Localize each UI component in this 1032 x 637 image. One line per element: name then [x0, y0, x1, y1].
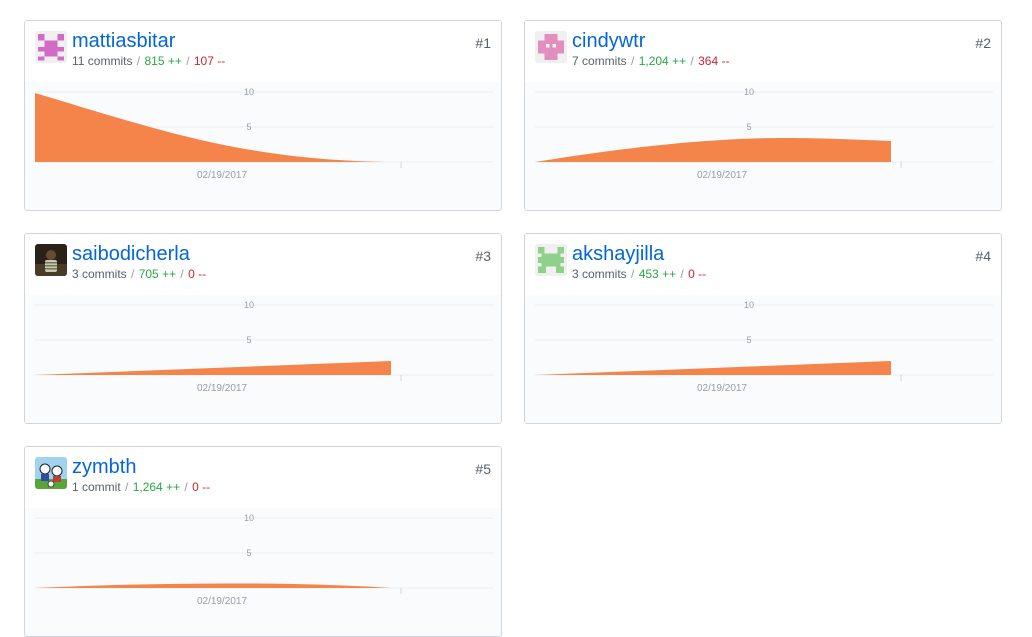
username-link[interactable]: cindywtr — [572, 30, 645, 52]
card-header: cindywtr 7 commits / 1,204 ++ / 364 -- #… — [525, 21, 1001, 83]
username-link[interactable]: zymbth — [72, 456, 136, 478]
card-header: mattiasbitar 11 commits / 815 ++ / 107 -… — [25, 21, 501, 83]
commit-activity-chart: 10 5 02/19/2017 — [25, 295, 501, 423]
rank-label: #5 — [475, 461, 491, 477]
commit-count-link[interactable]: 3 commits — [72, 267, 127, 281]
contribution-stats: 1 commit / 1,264 ++ / 0 -- — [72, 480, 211, 494]
x-axis-date: 02/19/2017 — [197, 383, 247, 394]
y-tick-5: 5 — [246, 335, 251, 345]
deletions-count: 0 -- — [688, 267, 707, 281]
commit-count-link[interactable]: 1 commit — [72, 480, 121, 494]
username-link[interactable]: mattiasbitar — [72, 30, 175, 52]
rank-label: #1 — [475, 35, 491, 51]
activity-area — [535, 361, 891, 375]
y-tick-5: 5 — [746, 122, 751, 132]
contribution-stats: 11 commits / 815 ++ / 107 -- — [72, 54, 226, 68]
card-header: saibodicherla 3 commits / 705 ++ / 0 -- … — [25, 234, 501, 296]
additions-count: 453 ++ — [638, 267, 677, 281]
activity-area — [35, 583, 391, 588]
avatar[interactable] — [35, 457, 67, 489]
commit-count-link[interactable]: 11 commits — [72, 54, 132, 68]
username-link[interactable]: akshayjilla — [572, 243, 664, 265]
card-header: akshayjilla 3 commits / 453 ++ / 0 -- #4 — [525, 234, 1001, 296]
additions-count: 1,264 ++ — [132, 480, 181, 494]
contribution-stats: 3 commits / 453 ++ / 0 -- — [572, 267, 707, 281]
avatar[interactable] — [535, 244, 567, 276]
rank-label: #3 — [475, 248, 491, 264]
commit-count-link[interactable]: 3 commits — [572, 267, 627, 281]
contributor-card: saibodicherla 3 commits / 705 ++ / 0 -- … — [24, 233, 502, 424]
commit-activity-chart: 10 5 02/19/2017 — [25, 82, 501, 210]
avatar[interactable] — [35, 31, 67, 63]
y-tick-5: 5 — [746, 335, 751, 345]
y-tick-5: 5 — [246, 548, 251, 558]
contribution-stats: 7 commits / 1,204 ++ / 364 -- — [572, 54, 730, 68]
deletions-count: 0 -- — [188, 267, 207, 281]
commit-activity-chart: 10 5 02/19/2017 — [25, 508, 501, 636]
contributor-card: cindywtr 7 commits / 1,204 ++ / 364 -- #… — [524, 20, 1002, 211]
additions-count: 705 ++ — [138, 267, 177, 281]
rank-label: #2 — [975, 35, 991, 51]
avatar[interactable] — [35, 244, 67, 276]
activity-area — [35, 361, 391, 375]
x-axis-date: 02/19/2017 — [197, 170, 247, 181]
x-axis-date: 02/19/2017 — [697, 383, 747, 394]
deletions-count: 364 -- — [698, 54, 730, 68]
commit-activity-chart: 10 5 02/19/2017 — [525, 82, 1001, 210]
rank-label: #4 — [975, 248, 991, 264]
y-tick-10: 10 — [244, 87, 254, 97]
deletions-count: 0 -- — [192, 480, 211, 494]
y-tick-10: 10 — [244, 300, 254, 310]
username-link[interactable]: saibodicherla — [72, 243, 190, 265]
activity-area — [535, 138, 891, 162]
y-tick-10: 10 — [744, 87, 754, 97]
y-tick-10: 10 — [744, 300, 754, 310]
contributor-card: zymbth 1 commit / 1,264 ++ / 0 -- #5 10 … — [24, 446, 502, 637]
commit-activity-chart: 10 5 02/19/2017 — [525, 295, 1001, 423]
x-axis-date: 02/19/2017 — [197, 596, 247, 607]
card-header: zymbth 1 commit / 1,264 ++ / 0 -- #5 — [25, 447, 501, 509]
additions-count: 815 ++ — [144, 54, 182, 68]
additions-count: 1,204 ++ — [638, 54, 687, 68]
contribution-stats: 3 commits / 705 ++ / 0 -- — [72, 267, 207, 281]
contributor-card: mattiasbitar 11 commits / 815 ++ / 107 -… — [24, 20, 502, 211]
contributor-card: akshayjilla 3 commits / 453 ++ / 0 -- #4… — [524, 233, 1002, 424]
avatar[interactable] — [535, 31, 567, 63]
y-tick-5: 5 — [246, 122, 251, 132]
x-axis-date: 02/19/2017 — [697, 170, 747, 181]
y-tick-10: 10 — [244, 513, 254, 523]
commit-count-link[interactable]: 7 commits — [572, 54, 627, 68]
deletions-count: 107 -- — [193, 54, 226, 68]
